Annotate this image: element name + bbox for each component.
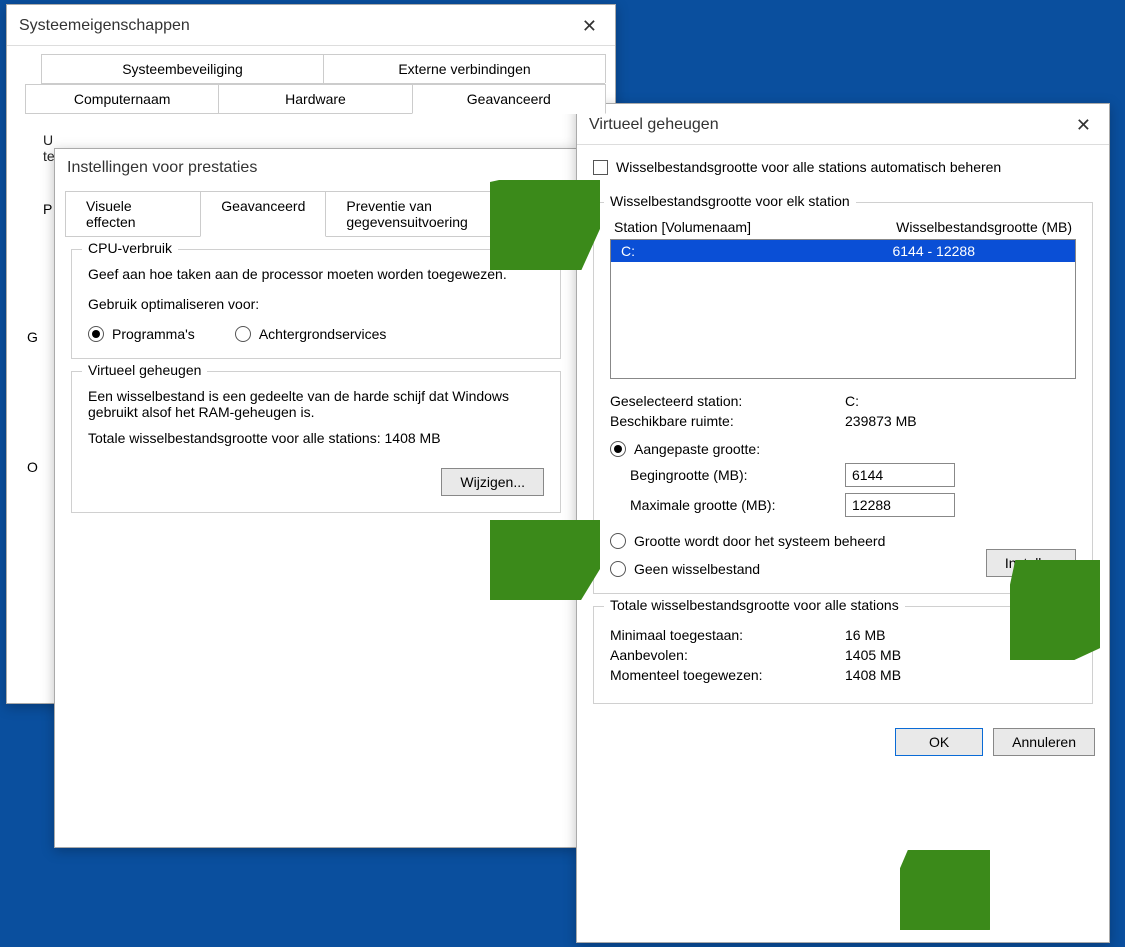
wijzigen-button[interactable]: Wijzigen... xyxy=(441,468,544,496)
kv-initial: Begingrootte (MB): xyxy=(630,463,1076,487)
kv-selected-station: Geselecteerd station: C: xyxy=(610,393,1076,409)
vm-total-value: 1408 MB xyxy=(385,430,441,446)
title-performance: Instellingen voor prestaties xyxy=(67,159,257,177)
tab-visuele-effecten[interactable]: Visuele effecten xyxy=(65,191,201,236)
hint-g: G xyxy=(27,329,38,345)
vm-total-label: Totale wisselbestandsgrootte voor alle s… xyxy=(88,430,381,446)
radio-dot-icon xyxy=(235,326,251,342)
instellen-button[interactable]: Instellen xyxy=(986,549,1076,577)
dialog-button-row: OK Annuleren xyxy=(577,716,1109,768)
annuleren-button[interactable]: Annuleren xyxy=(993,728,1095,756)
radio-dot-icon xyxy=(88,326,104,342)
legend-cpu: CPU-verbruik xyxy=(82,240,178,256)
legend-vm: Virtueel geheugen xyxy=(82,362,207,378)
cur-value: 1408 MB xyxy=(845,667,901,683)
selected-station-label: Geselecteerd station: xyxy=(610,393,845,409)
checkbox-auto-label: Wisselbestandsgrootte voor alle stations… xyxy=(616,159,1001,175)
drive-row[interactable]: C: 6144 - 12288 xyxy=(611,240,1075,262)
cpu-desc: Geef aan hoe taken aan de processor moet… xyxy=(88,266,544,282)
window-performance-options: Instellingen voor prestaties Visuele eff… xyxy=(54,148,578,848)
tab-geavanceerd[interactable]: Geavanceerd xyxy=(412,84,606,114)
vm-total-row: Totale wisselbestandsgrootte voor alle s… xyxy=(88,430,544,446)
tab-geavanceerd-perf[interactable]: Geavanceerd xyxy=(200,191,326,237)
kv-min: Minimaal toegestaan: 16 MB xyxy=(610,627,1076,643)
hint-o: O xyxy=(27,459,38,475)
close-icon[interactable]: ✕ xyxy=(576,15,603,37)
tab-systeembeveiliging[interactable]: Systeembeveiliging xyxy=(41,54,324,83)
radio-programmas[interactable]: Programma's xyxy=(88,326,195,342)
group-per-station: Wisselbestandsgrootte voor elk station S… xyxy=(593,202,1093,594)
titlebar-vm: Virtueel geheugen ✕ xyxy=(577,104,1109,145)
radio-bg-label: Achtergrondservices xyxy=(259,326,387,342)
selected-station-value: C: xyxy=(845,393,859,409)
min-label: Minimaal toegestaan: xyxy=(610,627,845,643)
col-station: Station [Volumenaam] xyxy=(614,219,751,235)
title-vm: Virtueel geheugen xyxy=(589,116,719,134)
kv-available: Beschikbare ruimte: 239873 MB xyxy=(610,413,1076,429)
ok-button[interactable]: OK xyxy=(895,728,983,756)
column-headers: Station [Volumenaam] Wisselbestandsgroot… xyxy=(610,219,1076,239)
max-label: Maximale grootte (MB): xyxy=(630,497,845,513)
radio-system-label: Grootte wordt door het systeem beheerd xyxy=(634,533,885,549)
radio-dot-icon xyxy=(610,441,626,457)
titlebar-performance: Instellingen voor prestaties xyxy=(55,149,577,185)
tab-row-upper: Systeembeveiliging Externe verbindingen xyxy=(41,54,605,84)
rec-value: 1405 MB xyxy=(845,647,901,663)
radio-system-managed[interactable]: Grootte wordt door het systeem beheerd xyxy=(610,533,885,549)
group-vm: Virtueel geheugen Een wisselbestand is e… xyxy=(71,371,561,513)
kv-rec: Aanbevolen: 1405 MB xyxy=(610,647,1076,663)
kv-cur: Momenteel toegewezen: 1408 MB xyxy=(610,667,1076,683)
tab-hardware[interactable]: Hardware xyxy=(218,84,412,113)
min-value: 16 MB xyxy=(845,627,885,643)
avail-label: Beschikbare ruimte: xyxy=(610,413,845,429)
drive-name: C: xyxy=(621,243,635,259)
avail-value: 239873 MB xyxy=(845,413,917,429)
drive-size: 6144 - 12288 xyxy=(892,243,975,259)
cpu-radio-row: Programma's Achtergrondservices xyxy=(88,326,544,342)
cur-label: Momenteel toegewezen: xyxy=(610,667,845,683)
radio-achtergrondservices[interactable]: Achtergrondservices xyxy=(235,326,387,342)
rec-label: Aanbevolen: xyxy=(610,647,845,663)
radio-no-paging[interactable]: Geen wisselbestand xyxy=(610,561,885,577)
kv-max: Maximale grootte (MB): xyxy=(630,493,1076,517)
max-size-input[interactable] xyxy=(845,493,955,517)
legend-totals: Totale wisselbestandsgrootte voor alle s… xyxy=(604,597,905,613)
group-cpu: CPU-verbruik Geef aan hoe taken aan de p… xyxy=(71,249,561,359)
radio-custom-label: Aangepaste grootte: xyxy=(634,441,760,457)
initial-size-input[interactable] xyxy=(845,463,955,487)
title-system-properties: Systeemeigenschappen xyxy=(19,17,190,35)
radio-dot-icon xyxy=(610,561,626,577)
initial-label: Begingrootte (MB): xyxy=(630,467,845,483)
tab-row-performance: Visuele effecten Geavanceerd Preventie v… xyxy=(65,191,567,237)
hint-p: P xyxy=(43,201,52,217)
group-totals: Totale wisselbestandsgrootte voor alle s… xyxy=(593,606,1093,704)
radio-custom-size[interactable]: Aangepaste grootte: xyxy=(610,441,760,457)
tab-row-lower: Computernaam Hardware Geavanceerd xyxy=(25,84,605,114)
radio-dot-icon xyxy=(610,533,626,549)
checkbox-box-icon xyxy=(593,160,608,175)
vm-desc: Een wisselbestand is een gedeelte van de… xyxy=(88,388,544,420)
legend-per-station: Wisselbestandsgrootte voor elk station xyxy=(604,193,856,209)
tab-computernaam[interactable]: Computernaam xyxy=(25,84,219,113)
tab-preventie[interactable]: Preventie van gegevensuitvoering xyxy=(325,191,568,236)
body-fragment-u: U xyxy=(43,132,595,148)
close-icon[interactable]: ✕ xyxy=(1070,114,1097,136)
col-size: Wisselbestandsgrootte (MB) xyxy=(896,219,1072,235)
drive-listbox[interactable]: C: 6144 - 12288 xyxy=(610,239,1076,379)
radio-programmas-label: Programma's xyxy=(112,326,195,342)
radio-none-label: Geen wisselbestand xyxy=(634,561,760,577)
window-virtual-memory: Virtueel geheugen ✕ Wisselbestandsgroott… xyxy=(576,103,1110,943)
cpu-opt-label: Gebruik optimaliseren voor: xyxy=(88,296,544,312)
tab-externe-verbindingen[interactable]: Externe verbindingen xyxy=(323,54,606,83)
checkbox-auto-manage[interactable]: Wisselbestandsgrootte voor alle stations… xyxy=(593,159,1001,175)
titlebar-system-properties: Systeemeigenschappen ✕ xyxy=(7,5,615,46)
